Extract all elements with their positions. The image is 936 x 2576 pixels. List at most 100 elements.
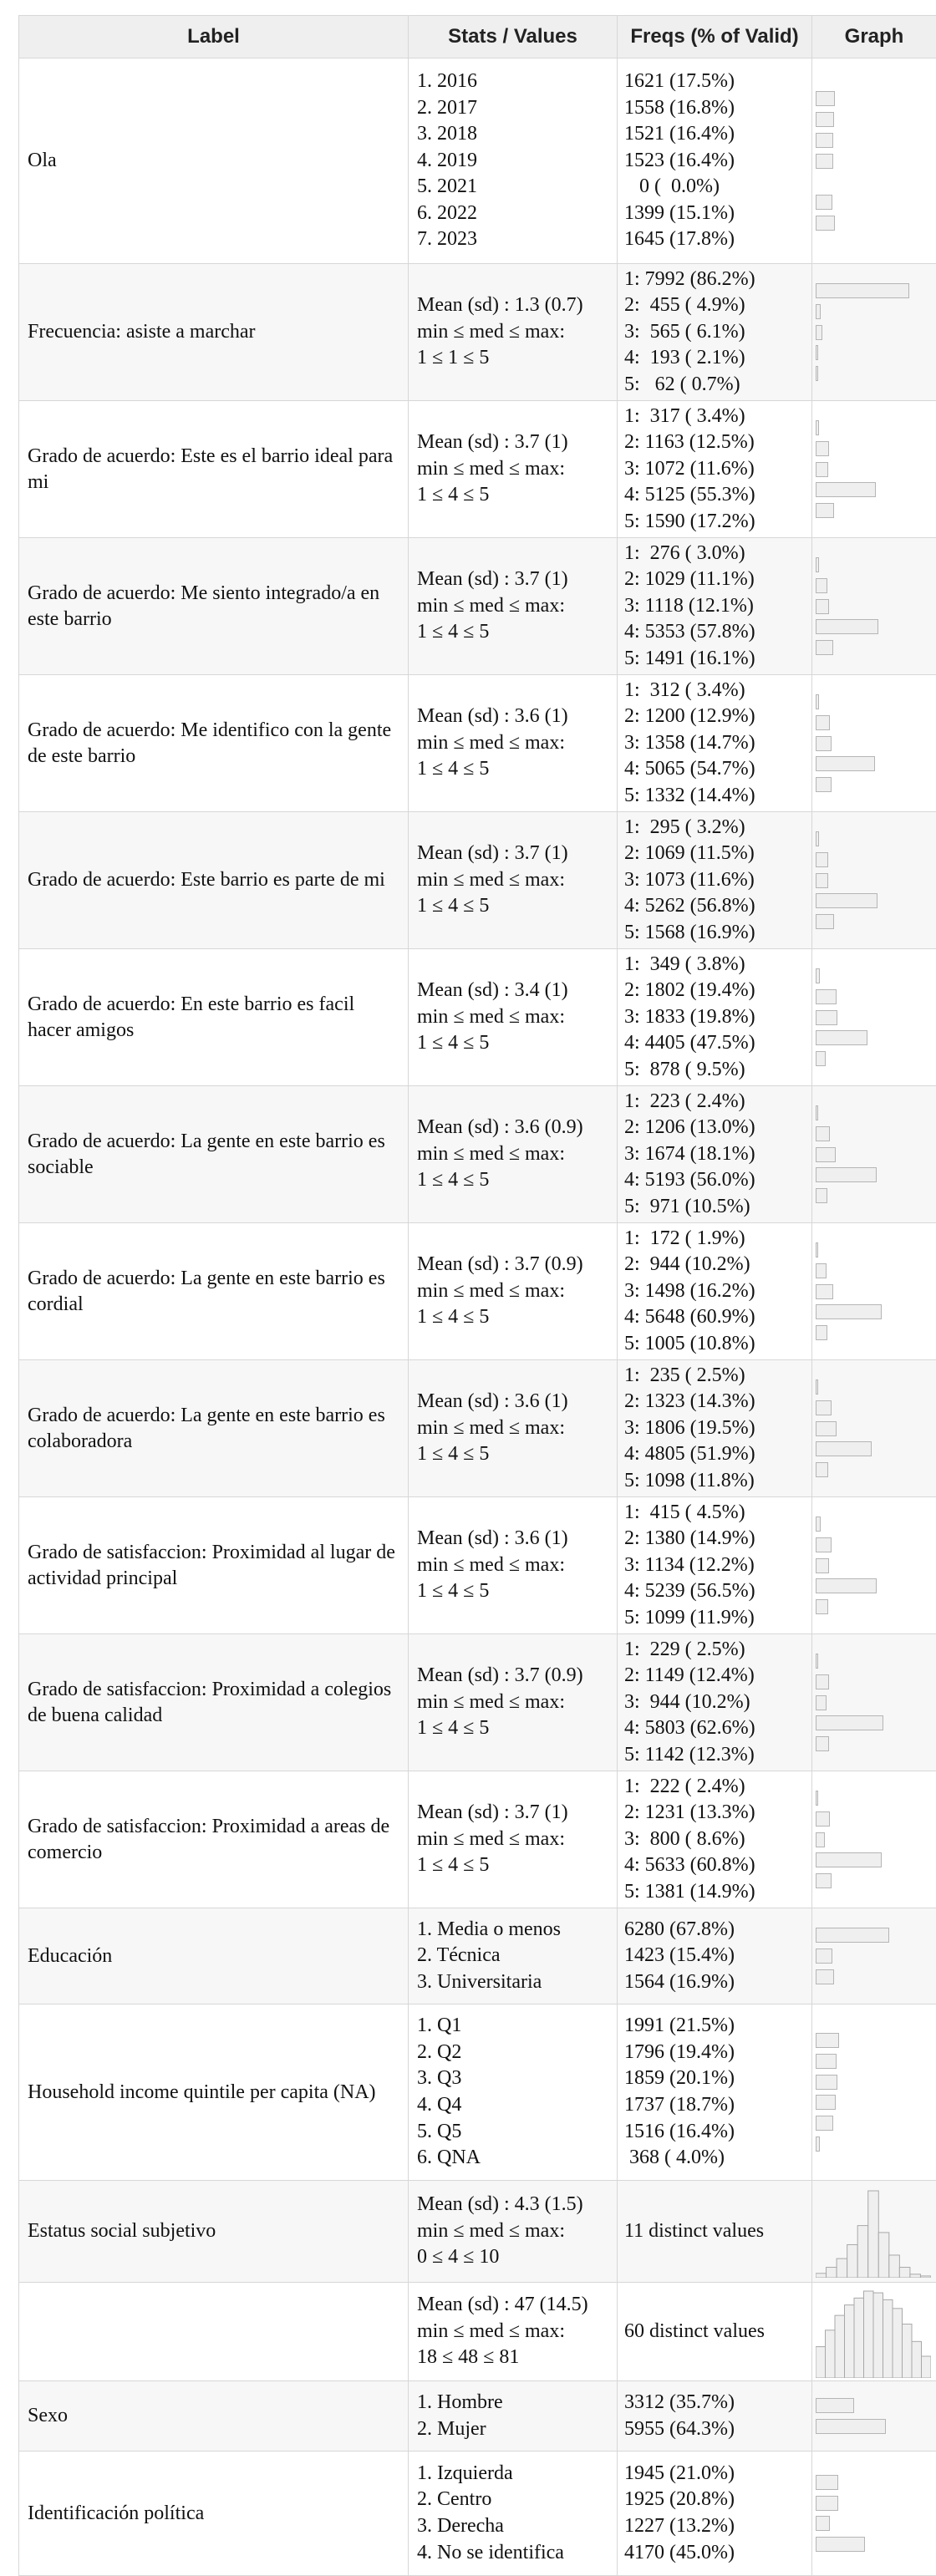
freq-bar <box>816 1010 837 1025</box>
stats-line: min ≤ med ≤ max: <box>417 1141 610 1168</box>
stats-values-cell: Mean (sd) : 47 (14.5)min ≤ med ≤ max:18 … <box>409 2283 618 2381</box>
freq-bar <box>816 1051 826 1066</box>
variable-label: Identificación política <box>19 2452 409 2576</box>
graph-cell <box>812 1634 936 1771</box>
stats-values-cell: Mean (sd) : 1.3 (0.7)min ≤ med ≤ max:1 ≤… <box>409 264 618 401</box>
graph-cell <box>812 675 936 812</box>
stats-line: 3. Universitaria <box>417 1969 610 1996</box>
graph-cell <box>812 538 936 675</box>
freq-bar <box>816 345 818 360</box>
bar-graph <box>816 91 936 231</box>
stats-line: Mean (sd) : 47 (14.5) <box>417 2292 610 2319</box>
freq-line: 2: 1149 (12.4%) <box>624 1663 811 1689</box>
stats-values-cell: Mean (sd) : 3.7 (0.9)min ≤ med ≤ max:1 ≤… <box>409 1223 618 1360</box>
stats-values-cell: Mean (sd) : 3.7 (1)min ≤ med ≤ max:1 ≤ 4… <box>409 401 618 538</box>
freqs-cell: 1: 172 ( 1.9%)2: 944 (10.2%)3: 1498 (16.… <box>618 1223 812 1360</box>
freq-line: 3: 1833 (19.8%) <box>624 1004 811 1031</box>
stats-values-cell: 1. 20162. 20173. 20184. 20195. 20216. 20… <box>409 58 618 264</box>
histogram-bar <box>889 2254 900 2277</box>
stats-values-cell: 1. Izquierda2. Centro3. Derecha4. No se … <box>409 2452 618 2576</box>
freq-bar <box>816 325 822 340</box>
header-freqs: Freqs (% of Valid) <box>618 16 812 58</box>
table-row: Grado de satisfaccion: Proximidad a area… <box>19 1771 936 1908</box>
table-row: Grado de satisfaccion: Proximidad al lug… <box>19 1497 936 1634</box>
freq-bar <box>816 2516 830 2531</box>
bar-graph <box>816 1517 936 1614</box>
freqs-cell: 1: 349 ( 3.8%)2: 1802 (19.4%)3: 1833 (19… <box>618 949 812 1086</box>
freq-bar <box>816 2496 838 2511</box>
freq-bar <box>816 619 878 634</box>
variable-label: Grado de acuerdo: La gente en este barri… <box>19 1223 409 1360</box>
freq-bar <box>816 2537 865 2552</box>
graph-cell <box>812 2381 936 2452</box>
stats-line: Mean (sd) : 3.7 (1) <box>417 1800 610 1827</box>
histogram-bar <box>922 2356 932 2378</box>
table-row: Ola1. 20162. 20173. 20184. 20195. 20216.… <box>19 58 936 264</box>
freq-line: 2: 455 ( 4.9%) <box>624 292 811 319</box>
stats-line: min ≤ med ≤ max: <box>417 2319 610 2345</box>
stats-line: min ≤ med ≤ max: <box>417 319 610 346</box>
freq-line: 5955 (64.3%) <box>624 2416 811 2443</box>
freq-line: 1: 229 ( 2.5%) <box>624 1637 811 1664</box>
freq-bar <box>816 1284 833 1299</box>
freqs-cell: 1: 7992 (86.2%)2: 455 ( 4.9%)3: 565 ( 6.… <box>618 264 812 401</box>
stats-line: 6. 2022 <box>417 201 610 227</box>
freq-bar <box>816 2419 886 2434</box>
freq-bar <box>816 154 833 169</box>
header-graph: Graph <box>812 16 936 58</box>
histogram-bar <box>868 2191 879 2278</box>
freq-line: 3: 1134 (12.2%) <box>624 1552 811 1579</box>
freq-bar <box>816 989 837 1004</box>
variable-label: Grado de satisfaccion: Proximidad al lug… <box>19 1497 409 1634</box>
freq-bar <box>816 216 835 231</box>
stats-values-cell: Mean (sd) : 3.7 (1)min ≤ med ≤ max:1 ≤ 4… <box>409 538 618 675</box>
freq-line: 1423 (15.4%) <box>624 1943 811 1969</box>
stats-line: 1 ≤ 4 ≤ 5 <box>417 1441 610 1468</box>
histogram-bar <box>835 2315 845 2378</box>
freq-line: 1558 (16.8%) <box>624 95 811 122</box>
freqs-cell: 1: 222 ( 2.4%)2: 1231 (13.3%)3: 800 ( 8.… <box>618 1771 812 1908</box>
variable-label: Grado de satisfaccion: Proximidad a cole… <box>19 1634 409 1771</box>
summary-table: Label Stats / Values Freqs (% of Valid) … <box>18 15 936 2576</box>
freq-bar <box>816 1852 882 1867</box>
freq-bar <box>816 1441 872 1456</box>
stats-line: Mean (sd) : 4.3 (1.5) <box>417 2192 610 2218</box>
freq-line: 368 ( 4.0%) <box>624 2145 811 2172</box>
freq-line: 4: 193 ( 2.1%) <box>624 345 811 372</box>
stats-line: 1 ≤ 4 ≤ 5 <box>417 1578 610 1605</box>
freq-line: 1737 (18.7%) <box>624 2092 811 2119</box>
freq-bar <box>816 2054 837 2069</box>
freq-line: 3: 1073 (11.6%) <box>624 867 811 894</box>
freq-line: 3312 (35.7%) <box>624 2390 811 2416</box>
bar-graph <box>816 1105 936 1203</box>
stats-line: min ≤ med ≤ max: <box>417 867 610 894</box>
freq-line: 1925 (20.8%) <box>624 2487 811 2513</box>
freq-line: 2: 1206 (13.0%) <box>624 1115 811 1141</box>
freq-line: 4: 5065 (54.7%) <box>624 756 811 783</box>
freq-bar <box>816 1126 830 1141</box>
freq-bar <box>816 2398 854 2413</box>
bar-graph <box>816 1242 936 1340</box>
freq-line: 5: 1491 (16.1%) <box>624 646 811 673</box>
stats-line: Mean (sd) : 3.7 (0.9) <box>417 1663 610 1689</box>
freq-bar <box>816 366 818 381</box>
stats-values-cell: Mean (sd) : 3.7 (0.9)min ≤ med ≤ max:1 ≤… <box>409 1634 618 1771</box>
freq-line: 1227 (13.2%) <box>624 2513 811 2540</box>
freq-line: 1564 (16.9%) <box>624 1969 811 1996</box>
header-stats: Stats / Values <box>409 16 618 58</box>
freq-line: 3: 1358 (14.7%) <box>624 730 811 757</box>
variable-label: Grado de acuerdo: Este es el barrio idea… <box>19 401 409 538</box>
freq-line: 5: 1142 (12.3%) <box>624 1742 811 1769</box>
freq-line: 1: 172 ( 1.9%) <box>624 1226 811 1252</box>
freq-line: 1991 (21.5%) <box>624 2013 811 2040</box>
freq-bar <box>816 1928 889 1943</box>
freq-bar <box>816 1736 829 1751</box>
stats-line: min ≤ med ≤ max: <box>417 730 610 757</box>
freq-line: 1521 (16.4%) <box>624 121 811 148</box>
freq-line: 4: 5125 (55.3%) <box>624 482 811 509</box>
graph-cell <box>812 949 936 1086</box>
stats-line: Mean (sd) : 3.7 (1) <box>417 429 610 456</box>
graph-cell <box>812 1771 936 1908</box>
freqs-cell: 1: 223 ( 2.4%)2: 1206 (13.0%)3: 1674 (18… <box>618 1086 812 1223</box>
stats-line: 4. 2019 <box>417 148 610 175</box>
